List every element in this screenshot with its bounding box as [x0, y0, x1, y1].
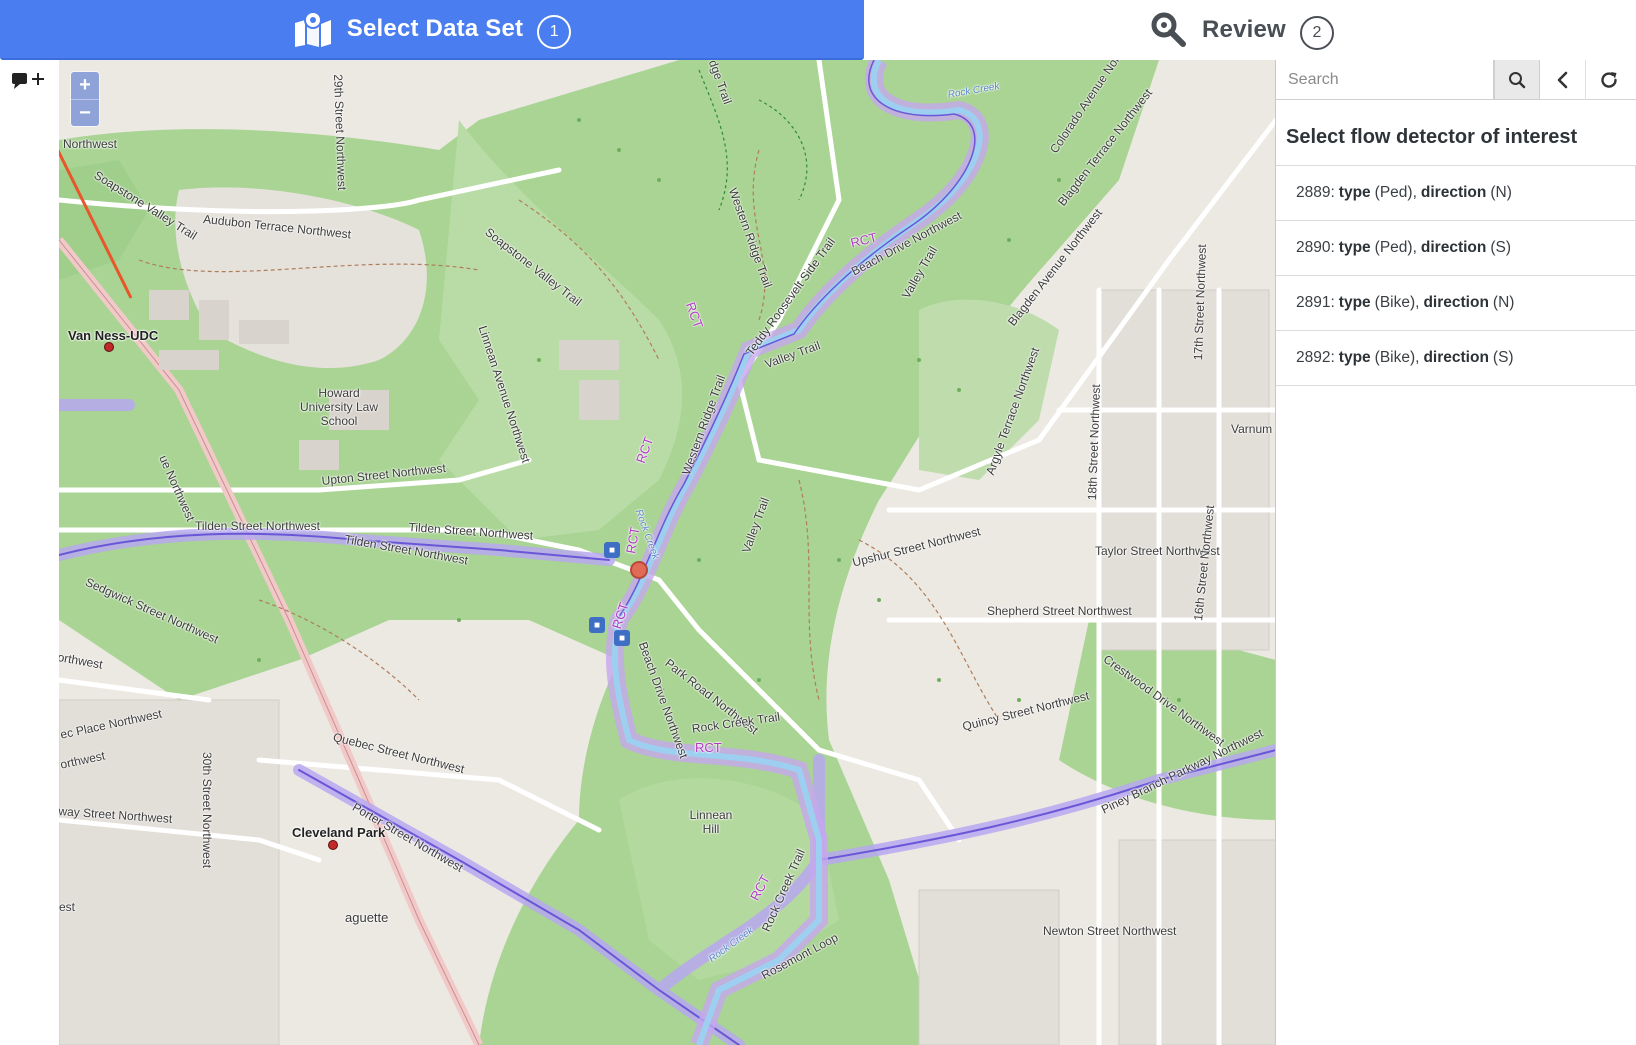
map-label: Shepherd Street Northwest	[987, 604, 1132, 618]
detector-direction: (N)	[1492, 294, 1515, 311]
detector-direction-label: direction	[1420, 239, 1487, 256]
map-label: est	[59, 900, 76, 914]
detector-id: 2891:	[1296, 294, 1335, 311]
bus-stop-icon[interactable]: ■	[614, 630, 630, 646]
detector-direction: (S)	[1492, 349, 1514, 366]
detector-type-label: type	[1338, 349, 1371, 366]
search-input[interactable]	[1276, 60, 1494, 100]
map-label: Northwest	[63, 137, 118, 151]
search-bar	[1276, 60, 1636, 100]
detector-list: 2889: type (Ped), direction (N) 2890: ty…	[1276, 165, 1636, 386]
step-title: Select Data Set	[346, 15, 524, 42]
detector-type: (Ped),	[1374, 239, 1417, 256]
zoom-in-button[interactable]: +	[71, 72, 99, 99]
add-comment-button[interactable]	[10, 68, 50, 94]
detector-direction: (S)	[1490, 239, 1512, 256]
refresh-button[interactable]	[1586, 60, 1632, 100]
detector-id: 2890:	[1296, 239, 1335, 256]
step-number: 1	[537, 15, 572, 49]
map-label: Howard University Law School	[299, 386, 379, 428]
tool-gutter	[0, 60, 59, 1045]
zoom-control: + −	[71, 72, 99, 126]
map-label: Van Ness-UDC	[68, 328, 159, 343]
map-label: Varnum	[1231, 422, 1273, 436]
step-review[interactable]: Review 2	[1150, 0, 1334, 60]
map-label: Cleveland Park	[292, 825, 386, 840]
step-select-data-set[interactable]: Select Data Set 1	[0, 0, 864, 60]
search-button[interactable]	[1494, 60, 1540, 100]
detector-item[interactable]: 2889: type (Ped), direction (N)	[1276, 166, 1636, 221]
step-title: Review	[1202, 16, 1286, 43]
detector-type-label: type	[1338, 294, 1371, 311]
map-label: 30th Street Northwest	[200, 752, 214, 869]
detector-direction: (N)	[1490, 184, 1512, 201]
zoom-out-button[interactable]: −	[71, 99, 99, 126]
flow-detector-marker[interactable]	[630, 561, 648, 579]
detector-type: (Bike),	[1374, 349, 1420, 366]
detector-item[interactable]: 2890: type (Ped), direction (S)	[1276, 221, 1636, 276]
detector-type: (Ped),	[1374, 184, 1417, 201]
detector-item[interactable]: 2891: type (Bike), direction (N)	[1276, 276, 1636, 331]
detector-id: 2889:	[1296, 184, 1335, 201]
map-label: RCT	[695, 740, 722, 755]
detector-type-label: type	[1338, 239, 1371, 256]
back-button[interactable]	[1540, 60, 1586, 100]
detector-type: (Bike),	[1374, 294, 1420, 311]
detector-direction-label: direction	[1423, 294, 1489, 311]
metro-station-marker[interactable]	[104, 342, 114, 352]
detector-item[interactable]: 2892: type (Bike), direction (S)	[1276, 331, 1636, 386]
metro-station-marker[interactable]	[328, 840, 338, 850]
search-icon	[1509, 71, 1526, 88]
map-marker-icon	[294, 11, 331, 47]
panel-title: Select flow detector of interest	[1286, 126, 1578, 148]
comment-plus-icon	[12, 73, 44, 89]
step-header: Select Data Set 1 Review 2	[0, 0, 1636, 60]
map-label: Linnean Hill	[689, 808, 733, 836]
map-label: aguette	[345, 910, 389, 925]
refresh-icon	[1601, 72, 1617, 88]
step-number: 2	[1299, 16, 1334, 50]
detector-panel: Select flow detector of interest 2889: t…	[1276, 60, 1636, 1045]
magnifier-icon	[1151, 12, 1186, 47]
map-view[interactable]: + − ■ ■ ■ Van Ness-UDC Howard University…	[59, 60, 1276, 1045]
chevron-left-icon	[1557, 71, 1567, 89]
detector-type-label: type	[1338, 184, 1371, 201]
detector-id: 2892:	[1296, 349, 1335, 366]
detector-direction-label: direction	[1423, 349, 1489, 366]
bus-stop-icon[interactable]: ■	[604, 542, 620, 558]
bus-stop-icon[interactable]: ■	[589, 617, 605, 633]
map-label: Newton Street Northwest	[1043, 924, 1177, 938]
detector-direction-label: direction	[1420, 184, 1487, 201]
map-label: Tilden Street Northwest	[195, 519, 320, 533]
